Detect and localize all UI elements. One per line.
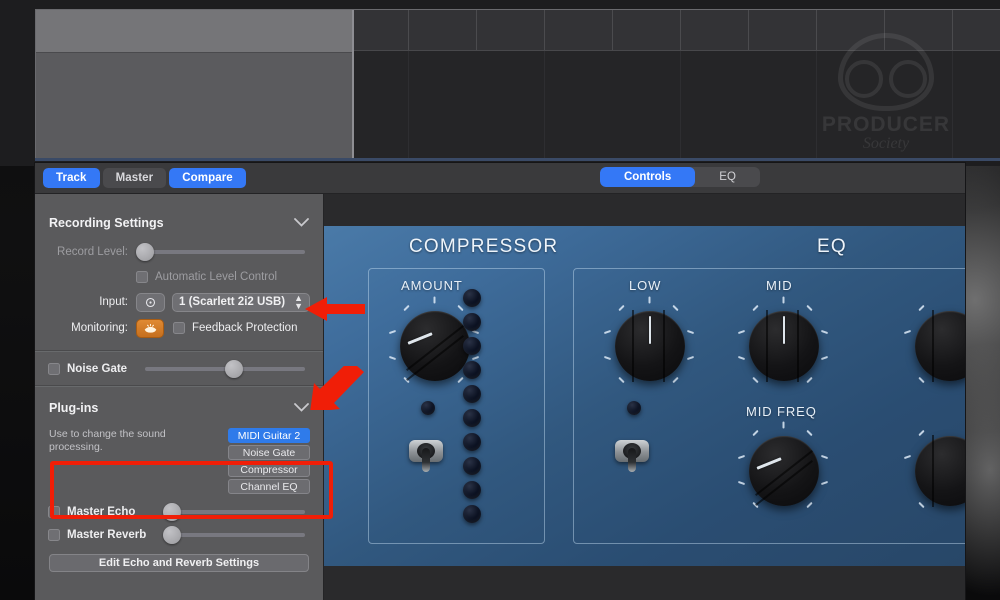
master-echo-checkbox[interactable] — [48, 505, 60, 518]
record-level-row: Record Level: — [35, 239, 323, 265]
mid-freq-label: MID FREQ — [746, 404, 817, 419]
monitor-speaker-icon[interactable] — [136, 318, 164, 338]
timeline-ruler[interactable] — [354, 10, 1000, 51]
track-header-row-2[interactable] — [36, 53, 352, 159]
monitoring-row: Monitoring: Feedback Protection — [35, 315, 323, 341]
section-recording-settings[interactable]: Recording Settings — [35, 206, 323, 239]
master-echo-row: Master Echo — [35, 500, 323, 523]
tab-eq[interactable]: EQ — [695, 167, 760, 187]
compressor-indicator-led — [421, 401, 435, 415]
master-reverb-label: Master Reverb — [67, 528, 147, 541]
arrange-area: PRODUCER Society — [35, 9, 1000, 160]
window-divider — [35, 158, 1000, 161]
eq-title: EQ — [817, 236, 847, 257]
noise-gate-row: Noise Gate — [35, 352, 323, 385]
timeline-area[interactable] — [354, 10, 1000, 158]
plugin-item-noise-gate[interactable]: Noise Gate — [228, 445, 310, 460]
plugin-toolbar: Track Master Compare Controls EQ — [35, 163, 965, 194]
monitoring-label: Monitoring: — [71, 322, 128, 334]
tab-track[interactable]: Track — [43, 168, 100, 188]
inspector-sidebar: Recording Settings Record Level: Automat… — [35, 194, 324, 600]
chevron-down-icon[interactable] — [294, 215, 309, 230]
master-reverb-slider[interactable] — [163, 525, 305, 544]
mid-label: MID — [766, 278, 793, 293]
plugin-list: MIDI Guitar 2 Noise Gate Compressor Chan… — [228, 428, 310, 496]
compressor-title: COMPRESSOR — [409, 236, 559, 257]
plugins-help-text: Use to change the sound processing. — [49, 428, 166, 453]
divider-2 — [35, 385, 323, 387]
noise-gate-checkbox[interactable] — [48, 362, 60, 375]
edit-echo-reverb-button[interactable]: Edit Echo and Reverb Settings — [49, 554, 309, 572]
track-header-row-1[interactable] — [36, 10, 352, 53]
mono-input-icon[interactable] — [136, 292, 165, 312]
view-switch: Controls EQ — [600, 167, 760, 187]
plugin-item-channel-eq[interactable]: Channel EQ — [228, 479, 310, 494]
low-label: LOW — [629, 278, 662, 293]
track-header-column[interactable] — [36, 10, 354, 159]
plugin-body: Recording Settings Record Level: Automat… — [35, 194, 965, 600]
input-row: Input: 1 (Scarlett 2i2 USB) ▲ ▼ — [35, 289, 323, 315]
chevron-updown-icon: ▲ ▼ — [294, 293, 303, 311]
master-echo-slider[interactable] — [163, 502, 305, 521]
feedback-protection-checkbox[interactable] — [173, 322, 185, 334]
track-lane[interactable] — [354, 51, 1000, 158]
automatic-level-control-row[interactable]: Automatic Level Control — [35, 265, 323, 289]
automatic-level-control-checkbox[interactable] — [136, 271, 148, 283]
input-device-select[interactable]: 1 (Scarlett 2i2 USB) ▲ ▼ — [172, 292, 310, 312]
smart-controls-window: Track Master Compare Controls EQ Recordi… — [35, 163, 965, 600]
input-device-value: 1 (Scarlett 2i2 USB) — [179, 296, 286, 308]
mid-knob[interactable] — [749, 310, 819, 382]
feedback-protection-label: Feedback Protection — [192, 322, 298, 334]
section-plugins[interactable]: Plug-ins — [35, 391, 323, 424]
screenshot-root: PRODUCER Society Track Master Compare Co… — [0, 0, 1000, 600]
amp-top-bar — [324, 194, 965, 226]
tab-group: Track Master Compare — [43, 168, 249, 188]
button-compare[interactable]: Compare — [169, 168, 246, 188]
input-label: Input: — [99, 296, 128, 308]
eq-toggle-switch[interactable] — [615, 426, 649, 472]
recording-settings-title: Recording Settings — [49, 215, 164, 230]
noise-gate-slider[interactable] — [145, 359, 305, 378]
plugin-item-compressor[interactable]: Compressor — [228, 462, 310, 477]
plugins-area: Use to change the sound processing. MIDI… — [35, 428, 323, 500]
amp-faceplate: COMPRESSOR AMOUNT EQ LOW MID MID FREQ — [324, 226, 965, 566]
master-reverb-checkbox[interactable] — [48, 528, 60, 541]
noise-gate-label: Noise Gate — [67, 362, 128, 375]
daw-arrange-window: PRODUCER Society — [0, 0, 1000, 166]
amp-ui: COMPRESSOR AMOUNT EQ LOW MID MID FREQ — [324, 194, 965, 600]
automatic-level-control-label: Automatic Level Control — [155, 271, 278, 283]
master-reverb-row: Master Reverb — [35, 523, 323, 546]
record-level-label: Record Level: — [57, 246, 128, 258]
master-echo-label: Master Echo — [67, 505, 136, 518]
tab-controls[interactable]: Controls — [600, 167, 696, 187]
mid-freq-knob[interactable] — [749, 436, 819, 506]
plugin-item-midi-guitar-2[interactable]: MIDI Guitar 2 — [228, 428, 310, 443]
plugin-graphic-panel: COMPRESSOR AMOUNT EQ LOW MID MID FREQ — [324, 194, 965, 600]
compressor-toggle-switch[interactable] — [409, 426, 443, 472]
low-knob[interactable] — [615, 310, 685, 382]
amp-bottom-bar — [324, 566, 965, 600]
plugins-title: Plug-ins — [49, 400, 99, 415]
eq-indicator-led — [627, 401, 641, 415]
record-level-slider[interactable] — [136, 243, 305, 261]
chevron-down-icon-2[interactable] — [294, 400, 309, 415]
amount-label: AMOUNT — [401, 278, 463, 293]
amount-knob[interactable] — [400, 311, 470, 381]
tab-master[interactable]: Master — [102, 168, 167, 188]
